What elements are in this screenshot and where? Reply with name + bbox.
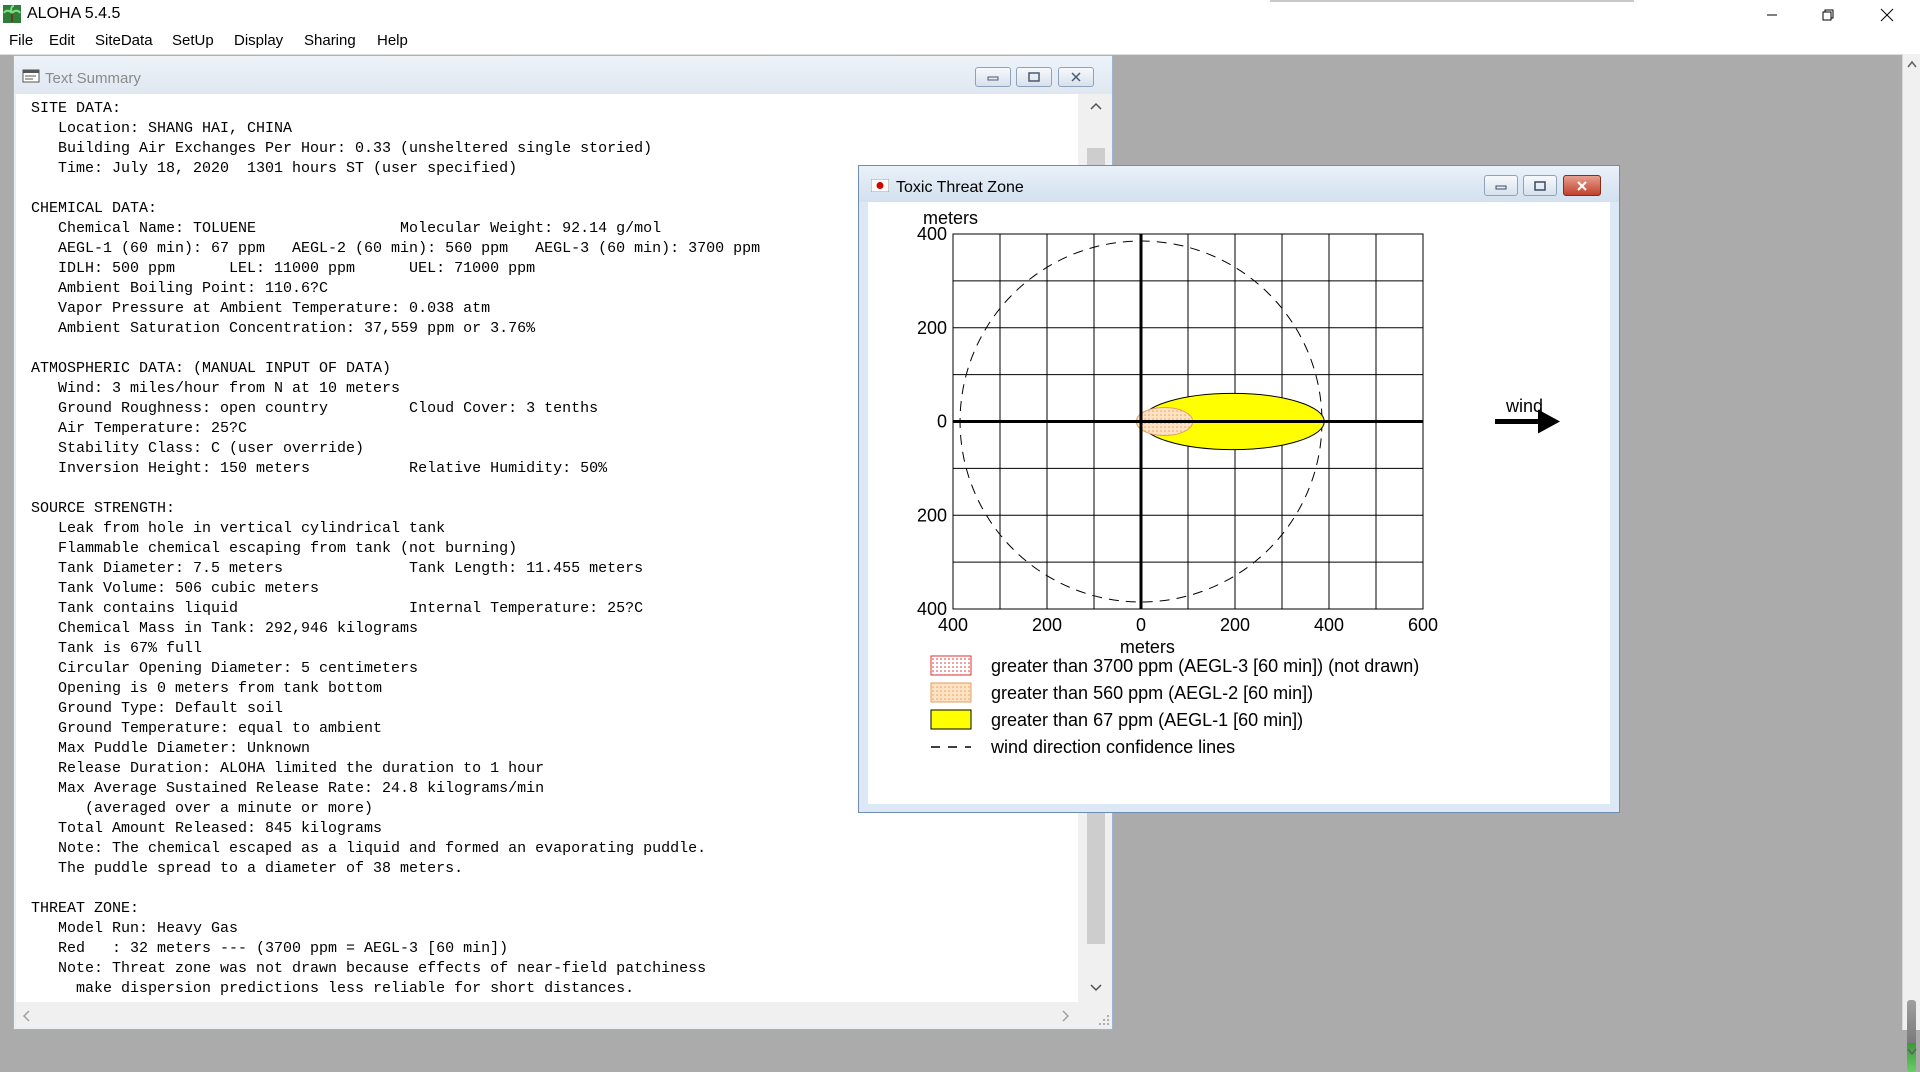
x-tick-label: 200 [1220,615,1250,635]
minimize-button[interactable] [1744,0,1800,29]
x-tick-label: 600 [1408,615,1438,635]
threat-zone-minimize-button[interactable] [1484,175,1518,196]
threat-zone-title: Toxic Threat Zone [896,179,1024,196]
restore-button[interactable] [1800,0,1856,29]
maximize-icon [1028,72,1040,82]
scroll-up-icon[interactable] [1090,102,1102,110]
legend-swatch-aegl1 [930,709,972,730]
summary-line: Note: The chemical escaped as a liquid a… [31,840,707,857]
threat-zone-chart: 4002000200400400 200 0 200 400 600metersmeter… [917,208,1560,757]
app-title: ALOHA 5.4.5 [27,5,121,22]
menu-file[interactable]: File [8,32,34,49]
menu-help[interactable]: Help [376,32,409,49]
close-button[interactable] [1859,0,1915,29]
scroll-thumb[interactable] [1907,1000,1916,1072]
summary-line: Red : 32 meters --- (3700 ppm = AEGL-3 [… [31,940,509,957]
scroll-up-icon[interactable] [1907,60,1917,68]
menu-sitedata[interactable]: SiteData [94,32,154,49]
text-summary-minimize-button[interactable] [975,67,1011,87]
maximize-icon [1534,180,1546,191]
resize-grip-icon[interactable] [1098,1014,1110,1026]
legend-swatch-aegl2 [930,682,972,703]
close-icon [1880,8,1894,21]
summary-line: Building Air Exchanges Per Hour: 0.33 (u… [31,140,653,157]
y-tick-label: 200 [917,505,947,525]
wind-label: wind [1505,396,1543,416]
scroll-down-icon[interactable] [1907,1048,1917,1056]
summary-line: THREAT ZONE: [31,900,140,917]
text-summary-title: Text Summary [45,70,141,87]
resize-grip[interactable] [1078,1002,1112,1028]
restore-icon [1822,9,1834,20]
summary-line [31,879,1078,899]
threat-zone-close-button[interactable] [1563,175,1601,196]
text-summary-maximize-button[interactable] [1016,67,1052,87]
minimize-icon [1495,185,1507,189]
title-bar-overlay [1270,0,1634,2]
x-tick-label: 400 [1314,615,1344,635]
text-summary-horizontal-scrollbar[interactable] [16,1002,1078,1028]
text-summary-caption[interactable]: Text Summary [14,56,1112,94]
palm-tree-icon [3,5,21,23]
summary-line: The puddle spread to a diameter of 38 me… [31,860,464,877]
y-tick-label: 200 [917,318,947,338]
y-tick-label: 0 [937,412,947,432]
summary-line: Model Run: Heavy Gas [31,920,239,937]
legend-label: greater than 3700 ppm (AEGL-3 [60 min]) … [991,656,1419,676]
minimize-icon [987,76,999,81]
menu-sharing[interactable]: Sharing [303,32,357,49]
scroll-left-icon[interactable] [22,1010,30,1022]
summary-line: Location: SHANG HAI, CHINA [31,120,293,137]
text-summary-close-button[interactable] [1058,67,1094,87]
menu-bar: File Edit SiteData SetUp Display Sharing… [0,29,1920,55]
app-title-bar: ALOHA 5.4.5 [0,0,1920,29]
summary-line: Total Amount Released: 845 kilograms [31,820,383,837]
x-axis-label: meters [1120,637,1175,657]
legend-swatch-aegl3 [930,655,972,676]
threat-zone-caption[interactable]: Toxic Threat Zone [859,166,1619,202]
summary-line: make dispersion predictions less reliabl… [31,980,635,997]
threat-zone-maximize-button[interactable] [1523,175,1557,196]
legend-label: greater than 560 ppm (AEGL-2 [60 min]) [991,683,1313,703]
japan-flag-icon [871,179,889,192]
scroll-right-icon[interactable] [1062,1010,1070,1022]
menu-display[interactable]: Display [233,32,284,49]
legend-label: wind direction confidence lines [990,737,1235,757]
threat-zone-window[interactable]: Toxic Threat Zone 400 200 0 200 400 400 200 0 2 [858,165,1620,813]
close-icon [1577,180,1587,191]
text-document-icon [22,69,40,83]
wind-arrow-head [1538,409,1560,434]
y-axis-label: meters [923,208,978,228]
menu-setup[interactable]: SetUp [171,32,215,49]
x-tick-label: 200 [1032,615,1062,635]
app-vertical-scrollbar[interactable] [1902,54,1920,1072]
x-tick-label: 400 [938,615,968,635]
threat-zone-plot-area: 400 200 0 200 400 400 200 0 200 400 600 meters meter… [868,202,1610,804]
summary-line: SITE DATA: [31,100,122,117]
close-icon [1071,72,1081,82]
summary-line: Note: Threat zone was not drawn because … [31,960,707,977]
x-tick-label: 0 [1136,615,1146,635]
menu-edit[interactable]: Edit [48,32,76,49]
legend-label: greater than 67 ppm (AEGL-1 [60 min]) [991,710,1303,730]
minimize-icon [1767,14,1777,15]
scroll-down-icon[interactable] [1090,984,1102,992]
